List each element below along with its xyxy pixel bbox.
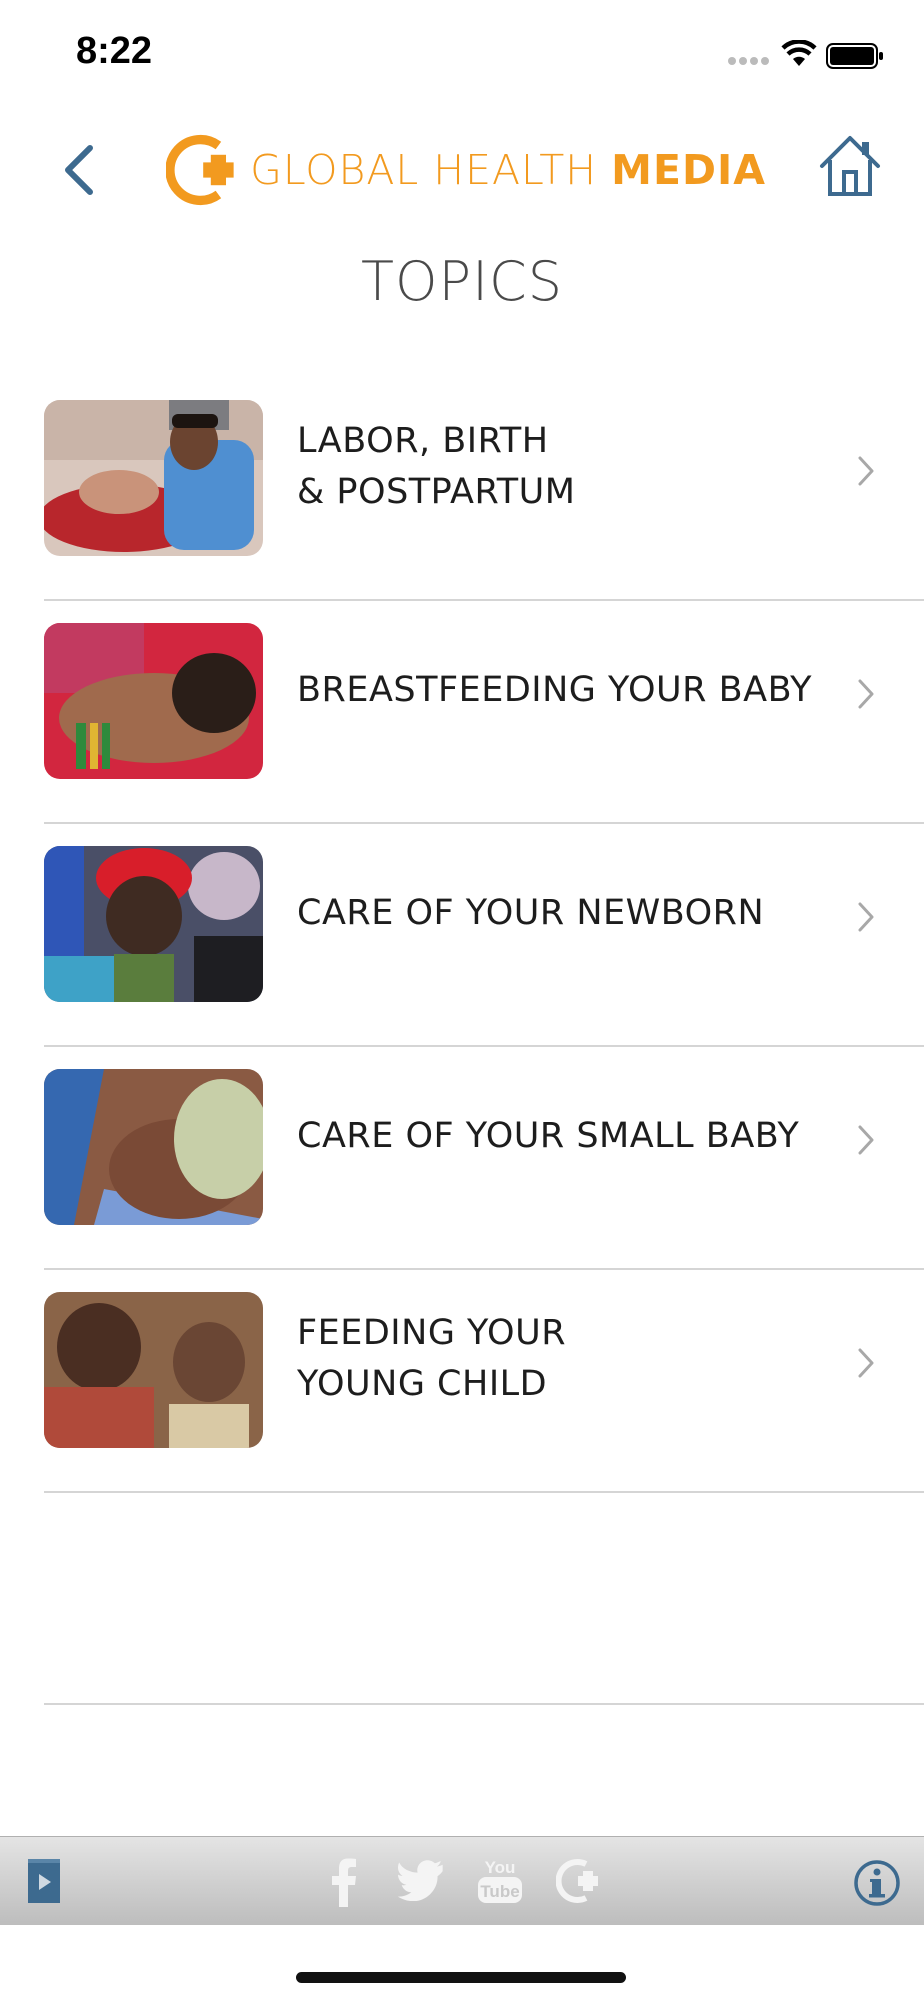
topic-row-small-baby[interactable]: CARE OF YOUR SMALL BABY [0, 1047, 924, 1270]
topic-row-young-child[interactable]: FEEDING YOUR YOUNG CHILD [0, 1270, 924, 1493]
global-health-media-logo: GLOBAL HEALTH MEDIA [166, 120, 766, 220]
topic-row-labor-birth[interactable]: LABOR, BIRTH & POSTPARTUM [0, 378, 924, 601]
chevron-right-icon [858, 456, 874, 486]
back-button[interactable] [56, 140, 106, 200]
topic-row-newborn[interactable]: CARE OF YOUR NEWBORN [0, 824, 924, 1047]
topic-thumbnail-young-child [44, 1292, 263, 1448]
topic-thumbnail-labor [44, 400, 263, 556]
bottom-toolbar: You Tube [0, 1836, 924, 1925]
home-indicator[interactable] [296, 1972, 626, 1983]
chevron-right-icon [858, 1348, 874, 1378]
chevron-right-icon [858, 1125, 874, 1155]
topic-label: LABOR, BIRTH & POSTPARTUM [297, 421, 576, 512]
row-divider [44, 1491, 924, 1493]
list-bottom-divider [44, 1703, 924, 1705]
topic-thumbnail-newborn [44, 846, 263, 1002]
topic-list: LABOR, BIRTH & POSTPARTUM BREASTFEEDING … [0, 378, 924, 1493]
twitter-icon[interactable] [398, 1859, 446, 1901]
facebook-icon[interactable] [330, 1857, 358, 1907]
battery-icon [826, 43, 883, 69]
info-icon[interactable] [853, 1859, 901, 1907]
cellular-signal-icon [728, 57, 769, 65]
logo-text-bold: MEDIA [611, 146, 766, 194]
youtube-icon[interactable]: You Tube [476, 1855, 524, 1905]
page-title: TOPICS [361, 250, 563, 313]
topic-label: CARE OF YOUR SMALL BABY [297, 1115, 800, 1156]
navigation-bar: GLOBAL HEALTH MEDIA [0, 110, 924, 220]
global-health-media-icon[interactable] [556, 1857, 600, 1905]
status-bar: 8:22 [0, 0, 924, 110]
chevron-right-icon [858, 679, 874, 709]
global-health-media-logo-icon [166, 134, 234, 206]
topic-thumbnail-breastfeeding [44, 623, 263, 779]
chevron-right-icon [858, 902, 874, 932]
wifi-icon [781, 40, 817, 66]
logo-text: GLOBAL HEALTH MEDIA [250, 146, 766, 194]
topic-label: FEEDING YOUR YOUNG CHILD [297, 1313, 567, 1404]
status-time: 8:22 [76, 30, 153, 72]
topic-label: CARE OF YOUR NEWBORN [297, 892, 765, 933]
topic-row-breastfeeding[interactable]: BREASTFEEDING YOUR BABY [0, 601, 924, 824]
home-button[interactable] [818, 132, 882, 200]
topic-thumbnail-small-baby [44, 1069, 263, 1225]
svg-text:You: You [485, 1858, 516, 1877]
logo-text-regular: GLOBAL HEALTH [250, 146, 612, 194]
svg-text:Tube: Tube [480, 1882, 519, 1901]
topic-label: BREASTFEEDING YOUR BABY [297, 669, 813, 710]
video-library-icon[interactable] [26, 1857, 62, 1905]
